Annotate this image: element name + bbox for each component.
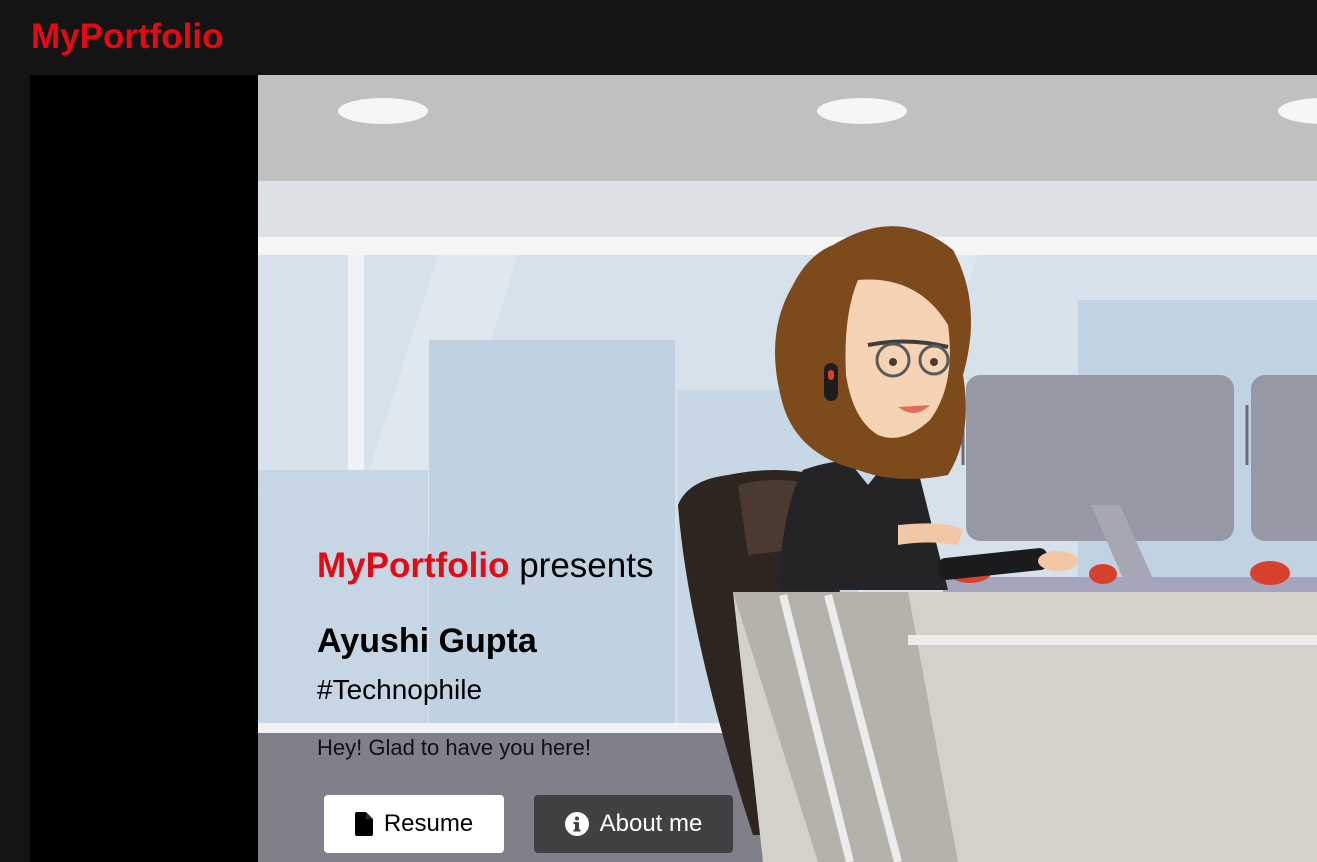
profile-tagline: #Technophile xyxy=(317,674,483,705)
info-circle-icon xyxy=(564,812,589,836)
profile-name: Ayushi Gupta xyxy=(317,622,537,660)
resume-button[interactable]: Resume xyxy=(324,795,504,853)
greeting-text: Hey! Glad to have you here! xyxy=(317,735,591,760)
resume-button-label: Resume xyxy=(383,810,474,837)
about-me-button-label: About me xyxy=(599,810,703,837)
hero-content: MyPortfolio presents Ayushi Gupta #Techn… xyxy=(317,545,917,761)
presents-brand: MyPortfolio xyxy=(317,546,510,585)
presents-heading: MyPortfolio presents xyxy=(317,545,917,587)
about-me-button[interactable]: About me xyxy=(534,795,733,853)
navbar: MyPortfolio xyxy=(0,0,1317,75)
brand-logo-link[interactable]: MyPortfolio xyxy=(31,17,223,57)
file-icon xyxy=(354,812,373,836)
presents-text: presents xyxy=(509,546,654,585)
hero-banner: MyPortfolio presents Ayushi Gupta #Techn… xyxy=(30,75,1317,862)
